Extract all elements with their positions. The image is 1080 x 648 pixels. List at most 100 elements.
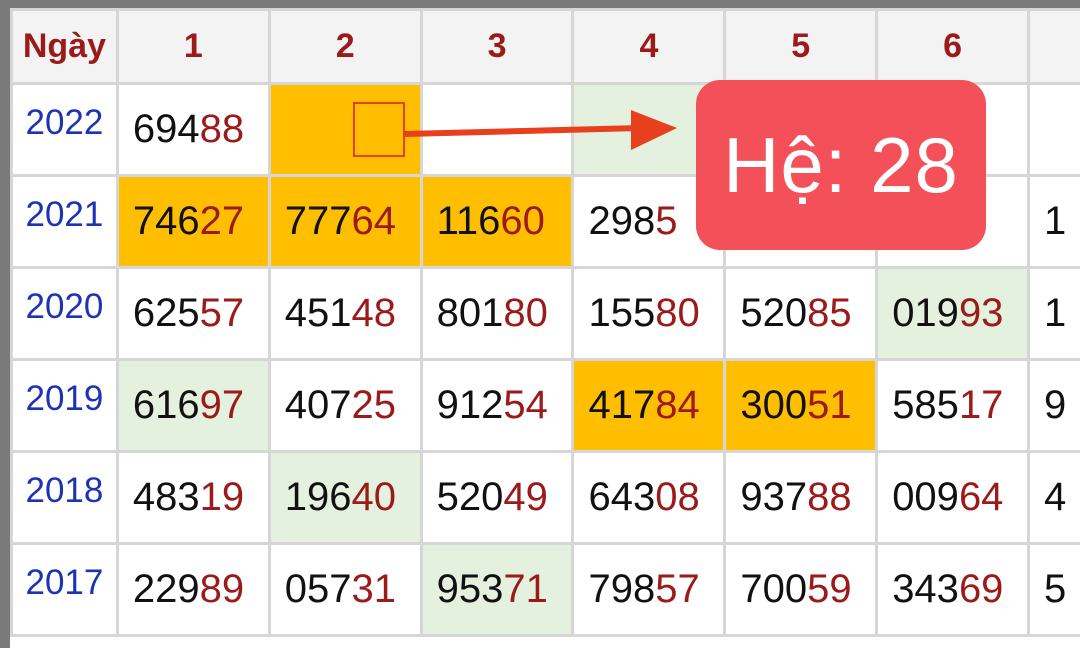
column-header: 6 xyxy=(877,10,1029,84)
result-cell: 61697 xyxy=(117,360,269,452)
number-tail: 08 xyxy=(655,475,700,519)
number-tail: 64 xyxy=(959,475,1004,519)
header-row: Ngày 1 2 3 4 5 6 xyxy=(12,10,1080,84)
number-head: 483 xyxy=(133,475,200,519)
number-tail: 88 xyxy=(200,107,245,151)
result-cell: 91254 xyxy=(421,360,573,452)
number-tail: 80 xyxy=(655,291,700,335)
number-tail: 25 xyxy=(352,383,397,427)
result-cell: 93788 xyxy=(725,452,877,544)
result-cell: 40725 xyxy=(269,360,421,452)
result-cell: 1 xyxy=(1029,268,1080,360)
number-head: 300 xyxy=(740,383,807,427)
result-cell: 48319 xyxy=(117,452,269,544)
number-head: 801 xyxy=(437,291,504,335)
column-header: 4 xyxy=(573,10,725,84)
table-row: 20184831919640520496430893788009644 xyxy=(12,452,1080,544)
result-cell: 64308 xyxy=(573,452,725,544)
result-cell: 9 xyxy=(1029,360,1080,452)
number-head: 1 xyxy=(1044,291,1066,335)
number-head: 5 xyxy=(1044,567,1066,611)
number-tail: 69 xyxy=(959,567,1004,611)
year-cell: 2018 xyxy=(12,452,118,544)
column-header: 2 xyxy=(269,10,421,84)
number-head: 643 xyxy=(588,475,655,519)
number-head: 196 xyxy=(285,475,352,519)
result-cell: 52049 xyxy=(421,452,573,544)
number-tail: 31 xyxy=(352,567,397,611)
number-head: 9 xyxy=(1044,383,1066,427)
result-cell: 74627 xyxy=(117,176,269,268)
number-head: 009 xyxy=(892,475,959,519)
number-tail: 89 xyxy=(200,567,245,611)
number-tail: 17 xyxy=(959,383,1004,427)
number-tail: 84 xyxy=(655,383,700,427)
number-head: 520 xyxy=(437,475,504,519)
number-head: 116 xyxy=(437,199,501,243)
result-cell: 62557 xyxy=(117,268,269,360)
number-tail: 64 xyxy=(352,199,397,243)
number-head: 700 xyxy=(740,567,807,611)
number-head: 616 xyxy=(133,383,200,427)
column-header: 3 xyxy=(421,10,573,84)
number-head: 912 xyxy=(437,383,504,427)
number-head: 019 xyxy=(892,291,959,335)
number-head: 694 xyxy=(133,107,200,151)
result-cell: 70059 xyxy=(725,544,877,636)
number-tail: 54 xyxy=(503,383,548,427)
number-head: 937 xyxy=(740,475,807,519)
number-tail: 49 xyxy=(503,475,548,519)
year-cell: 2021 xyxy=(12,176,118,268)
callout-badge: Hệ: 28 xyxy=(696,80,986,250)
number-head: 625 xyxy=(133,291,200,335)
result-cell: 05731 xyxy=(269,544,421,636)
result-cell: 58517 xyxy=(877,360,1029,452)
result-cell: 95371 xyxy=(421,544,573,636)
number-head: 407 xyxy=(285,383,352,427)
number-head: 155 xyxy=(588,291,655,335)
result-cell: 01993 xyxy=(877,268,1029,360)
number-head: 057 xyxy=(285,567,352,611)
result-cell: 77764 xyxy=(269,176,421,268)
result-cell: 69488 xyxy=(117,84,269,176)
number-tail: 60 xyxy=(500,199,545,243)
number-tail: 85 xyxy=(807,291,852,335)
selected-cell-marker xyxy=(353,102,405,157)
year-cell: 2022 xyxy=(12,84,118,176)
result-cell: 45148 xyxy=(269,268,421,360)
number-tail: 5 xyxy=(655,199,677,243)
number-head: 953 xyxy=(437,567,504,611)
lottery-table-panel: Ngày 1 2 3 4 5 6 20226948820217462777764… xyxy=(10,8,1080,648)
year-cell: 2019 xyxy=(12,360,118,452)
result-cell: 5 xyxy=(1029,544,1080,636)
result-cell: 34369 xyxy=(877,544,1029,636)
number-head: 343 xyxy=(892,567,959,611)
number-tail: 57 xyxy=(200,291,245,335)
column-header: 1 xyxy=(117,10,269,84)
column-header-day: Ngày xyxy=(12,10,118,84)
number-tail: 97 xyxy=(200,383,245,427)
number-tail: 80 xyxy=(503,291,548,335)
number-head: 746 xyxy=(133,199,200,243)
year-cell: 2017 xyxy=(12,544,118,636)
number-head: 417 xyxy=(588,383,655,427)
number-tail: 51 xyxy=(807,383,852,427)
number-head: 798 xyxy=(588,567,655,611)
number-head: 520 xyxy=(740,291,807,335)
table-row: 20196169740725912544178430051585179 xyxy=(12,360,1080,452)
number-head: 451 xyxy=(285,291,352,335)
result-cell: 80180 xyxy=(421,268,573,360)
number-head: 229 xyxy=(133,567,200,611)
pointer-arrow-icon xyxy=(405,108,685,168)
year-cell: 2020 xyxy=(12,268,118,360)
result-cell: 79857 xyxy=(573,544,725,636)
result-cell: 00964 xyxy=(877,452,1029,544)
number-tail: 57 xyxy=(655,567,700,611)
number-tail: 27 xyxy=(200,199,245,243)
number-head: 4 xyxy=(1044,475,1066,519)
number-head: 1 xyxy=(1044,199,1066,243)
result-cell: 1 xyxy=(1029,176,1080,268)
result-cell: 41784 xyxy=(573,360,725,452)
number-tail: 93 xyxy=(959,291,1004,335)
number-head: 585 xyxy=(892,383,959,427)
